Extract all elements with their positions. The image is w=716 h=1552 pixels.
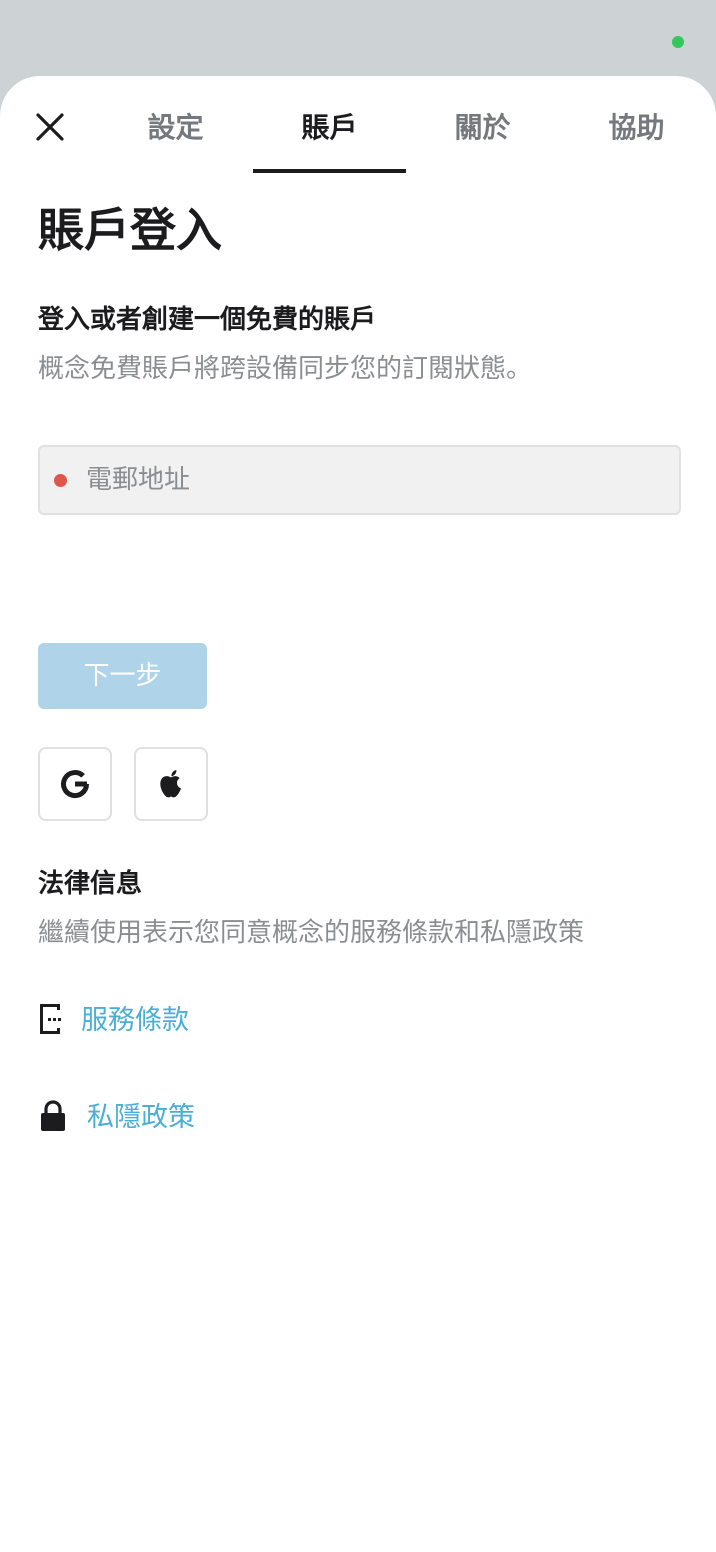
- next-button[interactable]: 下一步: [38, 643, 207, 709]
- email-input[interactable]: [86, 447, 666, 513]
- login-heading: 登入或者創建一個免費的賬戶: [38, 305, 377, 335]
- email-field[interactable]: [38, 445, 681, 515]
- page-title: 賬戶登入: [38, 203, 222, 257]
- privacy-policy-link[interactable]: 私隱政策: [38, 1098, 208, 1138]
- google-signin-button[interactable]: [38, 747, 112, 821]
- lock-icon: [41, 1100, 65, 1131]
- privacy-policy-label: 私隱政策: [87, 1102, 195, 1133]
- login-description: 概念免費賬戶將跨設備同步您的訂閱狀態。: [38, 354, 533, 384]
- close-button[interactable]: [31, 108, 69, 146]
- google-icon: [61, 770, 90, 799]
- tab-settings[interactable]: 設定: [99, 106, 252, 172]
- apple-icon: [160, 770, 181, 798]
- status-indicator-dot: [672, 36, 684, 48]
- terms-of-service-link[interactable]: 服務條款: [38, 1001, 208, 1041]
- close-icon: [36, 113, 64, 141]
- legal-description: 繼續使用表示您同意概念的服務條款和私隱政策: [38, 918, 585, 948]
- required-indicator-dot: [54, 474, 67, 487]
- tab-account[interactable]: 賬戶: [253, 106, 406, 172]
- apple-signin-button[interactable]: [134, 747, 208, 821]
- document-icon: [40, 1004, 61, 1034]
- account-sheet: 設定 賬戶 關於 協助 賬戶登入 登入或者創建一個免費的賬戶 概念免費賬戶將跨設…: [0, 76, 716, 1552]
- tab-help[interactable]: 協助: [560, 106, 713, 172]
- tab-about[interactable]: 關於: [406, 106, 559, 172]
- terms-of-service-label: 服務條款: [81, 1005, 189, 1036]
- legal-heading: 法律信息: [38, 869, 143, 899]
- active-tab-indicator: [253, 169, 406, 173]
